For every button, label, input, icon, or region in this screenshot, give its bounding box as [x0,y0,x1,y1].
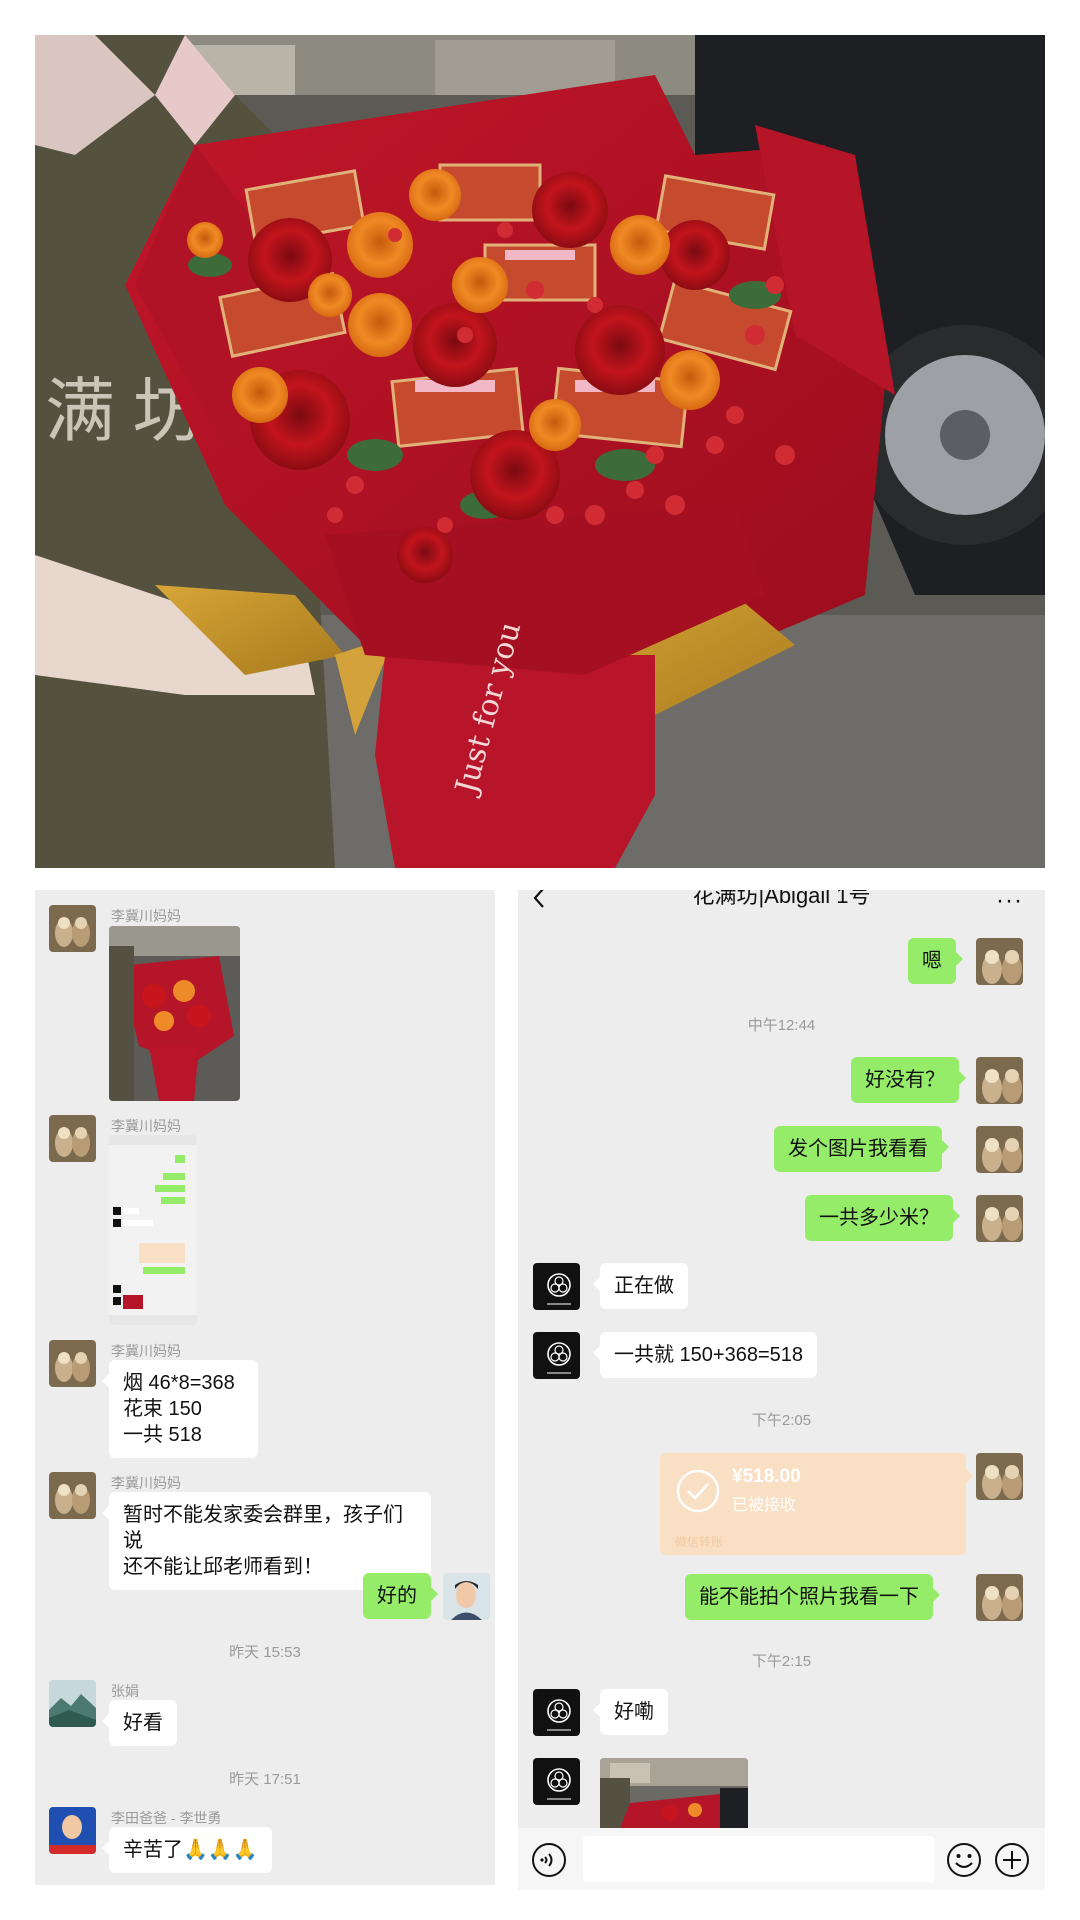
message-bubble-self[interactable]: 能不能拍个照片我看一下 [685,1574,940,1620]
left-chat-panel: 李冀川妈妈 李冀川妈妈 李冀川妈妈 烟 46*8=368 花束 150 一共 5… [35,890,495,1885]
right-chat-panel: 花满坊|Abigail 1号 ··· 嗯 中午12:44 好没有？ 发个图片我看… [518,890,1045,1890]
avatar[interactable] [49,1115,96,1162]
message-bubble[interactable]: 一共就 150+368=518 [592,1332,818,1378]
message-bubble-self[interactable]: 好没有？ [851,1057,966,1103]
image-message[interactable] [600,1758,748,1828]
plus-icon[interactable] [994,1842,1030,1883]
timestamp: 下午2:05 [751,1412,812,1429]
transfer-amount: ¥518.00 [732,1466,801,1487]
self-avatar[interactable] [976,1574,1023,1621]
timestamp: 下午2:15 [751,1653,812,1670]
sender-name: 李冀川妈妈 [111,1475,181,1491]
message-bubble[interactable]: 好看 [102,1700,177,1746]
self-avatar[interactable] [976,1195,1023,1242]
message-bubble[interactable]: 好嘞 [593,1689,668,1735]
message-bubble[interactable]: 烟 46*8=368 花束 150 一共 518 [102,1360,258,1458]
shop-avatar[interactable] [533,1689,580,1736]
bouquet-photo: 满 坊 Just for you [35,35,1045,868]
self-avatar[interactable] [976,1453,1023,1500]
emoji-icon[interactable] [946,1842,982,1883]
avatar[interactable] [49,1680,96,1727]
screenshot-image-message[interactable] [109,1135,197,1325]
sender-name: 李冀川妈妈 [111,1343,181,1359]
transfer-card[interactable]: ¥518.00 已被接收 微信转账 [660,1453,973,1555]
self-avatar[interactable] [976,938,1023,985]
message-bubble[interactable]: 正在做 [593,1263,688,1309]
timestamp: 昨天 15:53 [229,1644,301,1661]
avatar[interactable] [49,905,96,952]
message-bubble-self[interactable]: 发个图片我看看 [774,1126,949,1172]
chat-title: 花满坊|Abigail 1号 [692,890,871,908]
message-bubble-self[interactable]: 好的 [363,1573,438,1619]
image-message[interactable] [109,926,240,1101]
check-icon [675,1468,721,1519]
transfer-source: 微信转账 [675,1535,724,1549]
message-bubble-self[interactable]: 嗯 [908,938,963,984]
message-input[interactable] [583,1836,935,1882]
chat-header: 花满坊|Abigail 1号 ··· [518,890,1045,914]
message-bubble[interactable]: 辛苦了🙏🙏🙏 [102,1827,272,1873]
input-bar [518,1828,1045,1890]
self-avatar[interactable] [976,1126,1023,1173]
avatar[interactable] [49,1340,96,1387]
self-avatar[interactable] [443,1573,490,1620]
timestamp: 中午12:44 [747,1017,816,1034]
shop-avatar[interactable] [533,1332,580,1379]
self-avatar[interactable] [976,1057,1023,1104]
message-bubble-self[interactable]: 一共多少米？ [805,1195,960,1241]
timestamp: 昨天 17:51 [229,1771,301,1788]
sender-name: 张娟 [111,1683,139,1699]
transfer-status: 已被接收 [732,1497,797,1514]
more-icon[interactable]: ··· [996,890,1023,915]
shop-avatar[interactable] [533,1263,580,1310]
sender-name: 李冀川妈妈 [111,1118,181,1134]
voice-icon[interactable] [531,1842,567,1883]
avatar[interactable] [49,1807,96,1854]
sender-name: 李田爸爸 - 李世勇 [111,1810,222,1826]
shop-avatar[interactable] [533,1758,580,1805]
sender-name: 李冀川妈妈 [111,908,181,924]
avatar[interactable] [49,1472,96,1519]
